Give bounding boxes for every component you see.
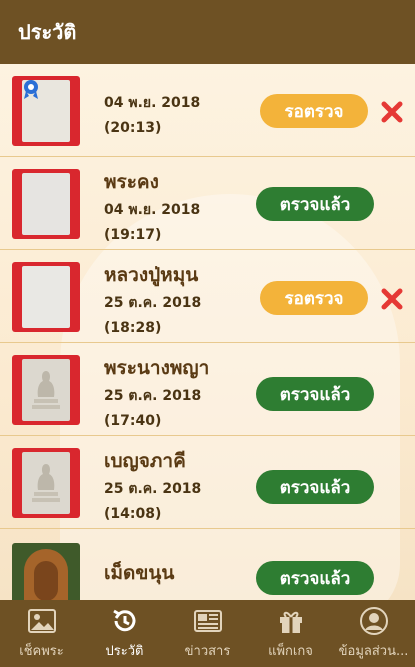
- status-pending-button[interactable]: รอตรวจ: [260, 281, 368, 315]
- amulet-thumbnail: [12, 543, 80, 600]
- tab-label: เช็คพระ: [19, 644, 64, 659]
- amulet-thumbnail: [12, 169, 80, 239]
- item-title: เม็ดขนุน: [104, 562, 175, 584]
- buddha-image-icon: [32, 371, 60, 409]
- tab-label: ข้อมูลส่วน...: [338, 644, 409, 659]
- status-checked-button[interactable]: ตรวจแล้ว: [256, 187, 374, 221]
- tab-news[interactable]: ข่าวสาร: [166, 600, 249, 667]
- image-icon: [27, 609, 56, 633]
- history-list[interactable]: 04 พ.ย. 2018 (20:13) รอตรวจ พระคง 04 พ.ย…: [0, 64, 415, 600]
- history-row[interactable]: พระนางพญา 25 ต.ค. 2018 (17:40) ตรวจแล้ว: [0, 343, 415, 436]
- bottom-tab-bar: เช็คพระ ประวัติ ข่าวสาร แพ็กเกจ ข้อมูลส่…: [0, 600, 415, 667]
- item-time: (17:40): [104, 413, 162, 429]
- item-title: เบญจภาคี: [104, 450, 186, 472]
- history-row[interactable]: เบญจภาคี 25 ต.ค. 2018 (14:08) ตรวจแล้ว: [0, 436, 415, 529]
- item-date: 25 ต.ค. 2018: [104, 481, 202, 497]
- delete-icon[interactable]: [380, 100, 404, 124]
- history-row[interactable]: 04 พ.ย. 2018 (20:13) รอตรวจ: [0, 64, 415, 157]
- amulet-thumbnail: [12, 262, 80, 332]
- item-time: (14:08): [104, 506, 162, 522]
- delete-icon[interactable]: [380, 287, 404, 311]
- status-checked-button[interactable]: ตรวจแล้ว: [256, 561, 374, 595]
- buddha-image-icon: [32, 464, 60, 502]
- tab-profile[interactable]: ข้อมูลส่วน...: [332, 600, 415, 667]
- tab-check-amulet[interactable]: เช็คพระ: [0, 600, 83, 667]
- item-title: พระนางพญา: [104, 357, 210, 379]
- amulet-thumbnail: [12, 76, 80, 146]
- page-title: ประวัติ: [18, 20, 77, 44]
- status-checked-button[interactable]: ตรวจแล้ว: [256, 470, 374, 504]
- item-time: (18:28): [104, 320, 162, 336]
- newspaper-icon: [193, 610, 222, 632]
- item-date: 04 พ.ย. 2018: [104, 202, 201, 218]
- status-checked-button[interactable]: ตรวจแล้ว: [256, 377, 374, 411]
- item-date: 25 ต.ค. 2018: [104, 295, 202, 311]
- item-date: 25 ต.ค. 2018: [104, 388, 202, 404]
- app-header: ประวัติ: [0, 0, 415, 64]
- status-pending-button[interactable]: รอตรวจ: [260, 94, 368, 128]
- tab-label: แพ็กเกจ: [268, 644, 313, 659]
- history-row[interactable]: หลวงปู่หมุน 25 ต.ค. 2018 (18:28) รอตรวจ: [0, 250, 415, 343]
- history-row[interactable]: พระคง 04 พ.ย. 2018 (19:17) ตรวจแล้ว: [0, 157, 415, 250]
- item-time: (19:17): [104, 227, 162, 243]
- gift-icon: [279, 611, 302, 633]
- amulet-thumbnail: [12, 448, 80, 518]
- tab-history[interactable]: ประวัติ: [83, 600, 166, 667]
- badge-icon: [24, 80, 38, 99]
- amulet-thumbnail: [12, 355, 80, 425]
- user-icon: [359, 607, 388, 635]
- history-icon: [112, 609, 135, 632]
- tab-label: ข่าวสาร: [184, 644, 231, 659]
- item-time: (20:13): [104, 120, 162, 136]
- item-title: หลวงปู่หมุน: [104, 264, 199, 286]
- tab-package[interactable]: แพ็กเกจ: [249, 600, 332, 667]
- item-title: พระคง: [104, 171, 159, 193]
- item-date: 04 พ.ย. 2018: [104, 95, 201, 111]
- history-row[interactable]: เม็ดขนุน ตรวจแล้ว: [0, 529, 415, 600]
- tab-label: ประวัติ: [105, 644, 144, 659]
